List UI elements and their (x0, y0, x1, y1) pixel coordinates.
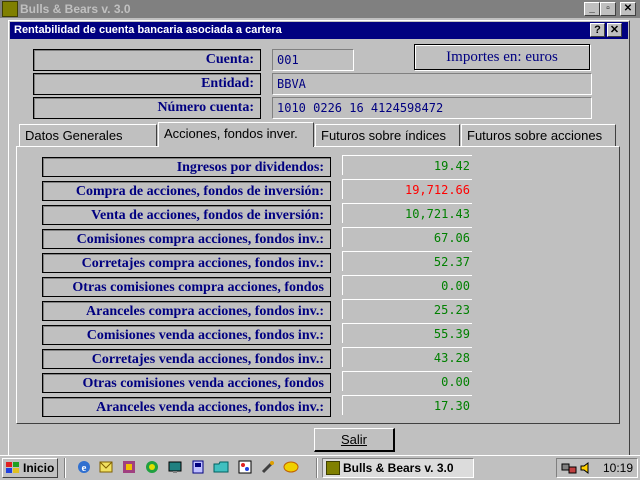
salir-label: Salir (340, 432, 367, 447)
cuenta-label: Cuenta: (33, 49, 261, 71)
paint-icon[interactable] (237, 459, 253, 475)
desktop-icon[interactable] (167, 459, 183, 475)
folder-icon[interactable] (213, 459, 229, 475)
minimize-button[interactable]: _ (584, 2, 600, 16)
value-dividendos[interactable]: 19.42 (342, 155, 472, 175)
row-label-comisiones-compra: Comisiones compra acciones, fondos inv.: (42, 229, 331, 249)
row-label-otras-venda: Otras comisiones venda acciones, fondos (42, 373, 331, 393)
row-label-aranceles-venda: Aranceles venda acciones, fondos inv.: (42, 397, 331, 417)
dialog-close-button[interactable]: ✕ (607, 23, 622, 37)
salir-button[interactable]: Salir (314, 428, 395, 452)
svg-text:e: e (82, 462, 87, 474)
numero-cuenta-field[interactable]: 1010 0226 16 4124598472 (272, 97, 592, 119)
value-comisiones-venda[interactable]: 55.39 (342, 323, 472, 343)
app-close-button[interactable]: ✕ (620, 2, 636, 16)
network-icon[interactable] (561, 461, 577, 475)
taskbar-task-bulls-bears[interactable]: Bulls & Bears v. 3.0 (322, 458, 474, 478)
tools-icon[interactable] (260, 459, 276, 475)
tab-datos-generales[interactable]: Datos Generales (19, 124, 157, 146)
ie-icon[interactable]: e (76, 459, 92, 475)
clock[interactable]: 10:19 (603, 459, 633, 477)
row-label-otras-compra: Otras comisiones compra acciones, fondos (42, 277, 331, 297)
outlook-icon[interactable] (98, 459, 114, 475)
tab-futuros-acciones[interactable]: Futuros sobre acciones (461, 124, 616, 146)
value-otras-venda[interactable]: 0.00 (342, 371, 472, 391)
row-label-aranceles-compra: Aranceles compra acciones, fondos inv.: (42, 301, 331, 321)
windows-logo-icon (6, 462, 19, 473)
app-title: Bulls & Bears v. 3.0 (20, 2, 131, 16)
app-logo-icon (2, 1, 18, 17)
tab-acciones-fondos[interactable]: Acciones, fondos inver. (158, 122, 314, 147)
channels-icon[interactable] (144, 459, 160, 475)
task-label: Bulls & Bears v. 3.0 (343, 461, 454, 475)
volume-icon[interactable] (579, 461, 593, 475)
notes-icon[interactable] (283, 459, 299, 475)
taskbar-divider-2 (316, 458, 318, 478)
row-label-compra: Compra de acciones, fondos de inversión: (42, 181, 331, 201)
system-tray: 10:19 (556, 458, 638, 478)
value-compra[interactable]: 19,712.66 (342, 179, 472, 199)
numero-cuenta-label: Número cuenta: (33, 97, 261, 119)
row-label-dividendos: Ingresos por dividendos: (42, 157, 331, 177)
row-label-corretajes-compra: Corretajes compra acciones, fondos inv.: (42, 253, 331, 273)
dialog-title: Rentabilidad de cuenta bancaria asociada… (14, 24, 282, 36)
value-corretajes-compra[interactable]: 52.37 (342, 251, 472, 271)
start-button[interactable]: Inicio (2, 458, 58, 478)
cuenta-field[interactable]: 001 (272, 49, 354, 71)
tab-futuros-indices[interactable]: Futuros sobre índices (315, 124, 460, 146)
entidad-field[interactable]: BBVA (272, 73, 592, 95)
taskbar (0, 455, 640, 480)
app-icon[interactable] (190, 459, 206, 475)
value-otras-compra[interactable]: 0.00 (342, 275, 472, 295)
value-corretajes-venda[interactable]: 43.28 (342, 347, 472, 367)
app-title-bar: Bulls & Bears v. 3.0 _ ▫ ✕ (0, 0, 640, 18)
value-comisiones-compra[interactable]: 67.06 (342, 227, 472, 247)
value-venta[interactable]: 10,721.43 (342, 203, 472, 223)
row-label-venta: Venta de acciones, fondos de inversión: (42, 205, 331, 225)
restore-button[interactable]: ▫ (600, 2, 616, 16)
row-label-comisiones-venda: Comisiones venda acciones, fondos inv.: (42, 325, 331, 345)
bulls-bears-icon (326, 461, 340, 475)
value-aranceles-compra[interactable]: 25.23 (342, 299, 472, 319)
value-aranceles-venda[interactable]: 17.30 (342, 395, 472, 415)
entidad-label: Entidad: (33, 73, 261, 95)
taskbar-divider (64, 458, 66, 478)
row-label-corretajes-venda: Corretajes venda acciones, fondos inv.: (42, 349, 331, 369)
dialog-title-bar: Rentabilidad de cuenta bancaria asociada… (10, 22, 628, 39)
media-icon[interactable] (121, 459, 137, 475)
start-label: Inicio (23, 461, 55, 475)
help-button[interactable]: ? (590, 23, 605, 37)
importes-currency: Importes en: euros (414, 44, 590, 70)
